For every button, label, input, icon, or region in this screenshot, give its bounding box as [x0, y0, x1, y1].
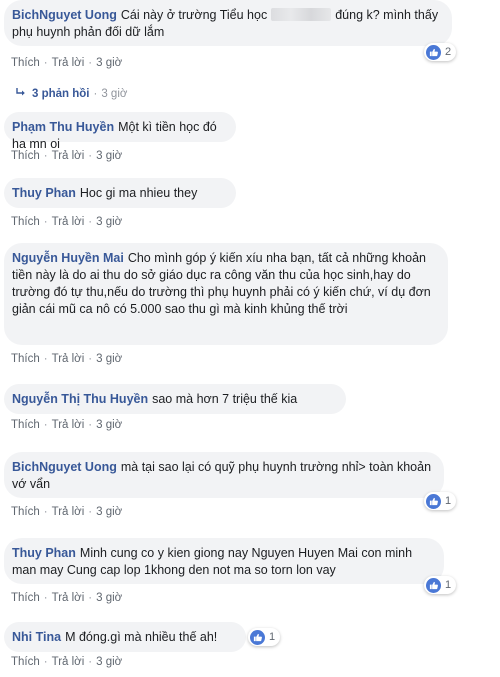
separator-dot: · — [88, 656, 93, 668]
reply-arrow-icon — [16, 88, 26, 100]
comment-actions: Thích · Trả lời · 3 giờ — [11, 353, 122, 365]
comment-author[interactable]: Phạm Thu Huyền — [12, 120, 114, 134]
like-link[interactable]: Thích — [11, 353, 40, 365]
comment-author[interactable]: Thuy Phan — [12, 546, 76, 560]
comment-bubble: BichNguyet Uong Cái này ở trường Tiểu học… — [4, 0, 452, 46]
comment-time[interactable]: 3 giờ — [96, 592, 122, 604]
separator-dot: · — [88, 57, 93, 69]
comment-bubble: Nguyễn Huyền Mai Cho mình góp ý kiến xíu … — [4, 243, 448, 345]
comment-actions: Thích · Trả lời · 3 giờ — [11, 592, 122, 604]
like-icon — [426, 577, 441, 593]
comment-time[interactable]: 3 giờ — [96, 57, 122, 69]
reaction-number: 1 — [445, 495, 452, 507]
comment-author[interactable]: BichNguyet Uong — [12, 460, 117, 474]
comment-text: sao mà hơn 7 triệu thế kia — [152, 392, 298, 406]
reply-link[interactable]: Trả lời — [52, 592, 85, 604]
reaction-number: 1 — [445, 579, 452, 591]
comment-actions: Thích · Trả lời · 3 giờ — [11, 506, 122, 518]
comment-time[interactable]: 3 giờ — [96, 216, 122, 228]
reaction-count[interactable]: 1 — [424, 492, 457, 510]
like-icon — [250, 629, 265, 645]
comment-bubble: Phạm Thu Huyền Một kì tiền học đó ha mn o… — [4, 112, 236, 151]
separator-dot: · — [88, 216, 93, 228]
comment-bubble: BichNguyet Uong mà tại sao lại có quỹ phụ… — [4, 452, 444, 498]
like-link[interactable]: Thích — [11, 150, 40, 162]
reply-link[interactable]: Trả lời — [52, 656, 85, 668]
like-link[interactable]: Thích — [11, 216, 40, 228]
reply-link[interactable]: Trả lời — [52, 216, 85, 228]
comment-bubble: Nguyễn Thị Thu Huyền sao mà hơn 7 triệu t… — [4, 384, 346, 414]
reaction-count[interactable]: 2 — [424, 43, 457, 61]
comment-text: M đóng.gì mà nhiều thế ah! — [65, 630, 218, 644]
comment-time[interactable]: 3 giờ — [96, 353, 122, 365]
reply-link[interactable]: Trả lời — [52, 150, 85, 162]
comment-bubble: Nhi Tina M đóng.gì mà nhiều thế ah! — [4, 622, 246, 652]
like-link[interactable]: Thích — [11, 592, 40, 604]
separator-dot: · — [43, 656, 48, 668]
separator-dot: · — [43, 506, 48, 518]
like-link[interactable]: Thích — [11, 656, 40, 668]
like-icon — [426, 493, 441, 509]
reaction-number: 1 — [269, 631, 276, 643]
comment-bubble: Thuy Phan Minh cung co y kien giong nay N… — [4, 538, 444, 584]
comment-text: Cái này ở trường Tiểu học — [120, 8, 268, 22]
separator-dot: · — [88, 353, 93, 365]
reply-link[interactable]: Trả lời — [52, 353, 85, 365]
comment-time[interactable]: 3 giờ — [96, 506, 122, 518]
reply-link[interactable]: Trả lời — [52, 419, 85, 431]
comment-author[interactable]: Thuy Phan — [12, 186, 76, 200]
comment-author[interactable]: Nguyễn Huyền Mai — [12, 251, 124, 265]
comment-actions: Thích · Trả lời · 3 giờ — [11, 150, 122, 162]
replies-time: 3 giờ — [101, 88, 128, 100]
like-link[interactable]: Thích — [11, 506, 40, 518]
comment-text: Hoc gi ma nhieu they — [79, 186, 198, 200]
separator-dot: · — [88, 150, 93, 162]
like-link[interactable]: Thích — [11, 419, 40, 431]
separator-dot: · — [88, 592, 93, 604]
comment-actions: Thích · Trả lời · 3 giờ — [11, 57, 122, 69]
separator-dot: · — [43, 353, 48, 365]
separator-dot: · — [88, 419, 93, 431]
view-replies-link[interactable]: 3 phản hồi · 3 giờ — [16, 88, 127, 100]
reaction-count[interactable]: 1 — [424, 576, 457, 594]
separator-dot: · — [43, 57, 48, 69]
comment-time[interactable]: 3 giờ — [96, 656, 122, 668]
replies-count: 3 phản hồi — [32, 88, 90, 100]
redacted-school-name — [271, 8, 332, 21]
reaction-number: 2 — [445, 46, 452, 58]
comment-time[interactable]: 3 giờ — [96, 419, 122, 431]
like-link[interactable]: Thích — [11, 57, 40, 69]
like-icon — [426, 44, 441, 60]
comment-time[interactable]: 3 giờ — [96, 150, 122, 162]
separator-dot: · — [88, 506, 93, 518]
separator-dot: · — [43, 216, 48, 228]
comment-author[interactable]: Nhi Tina — [12, 630, 61, 644]
reply-link[interactable]: Trả lời — [52, 57, 85, 69]
comment-author[interactable]: Nguyễn Thị Thu Huyền — [12, 392, 148, 406]
comment-actions: Thích · Trả lời · 3 giờ — [11, 656, 122, 668]
comment-actions: Thích · Trả lời · 3 giờ — [11, 419, 122, 431]
separator-dot: · — [43, 419, 48, 431]
reaction-count[interactable]: 1 — [248, 628, 281, 646]
reply-link[interactable]: Trả lời — [52, 506, 85, 518]
separator-dot: · — [43, 592, 48, 604]
comment-bubble: Thuy Phan Hoc gi ma nhieu they — [4, 178, 236, 208]
comment-author[interactable]: BichNguyet Uong — [12, 8, 117, 22]
separator-dot: · — [43, 150, 48, 162]
separator-dot: · — [93, 88, 98, 100]
comment-actions: Thích · Trả lời · 3 giờ — [11, 216, 122, 228]
